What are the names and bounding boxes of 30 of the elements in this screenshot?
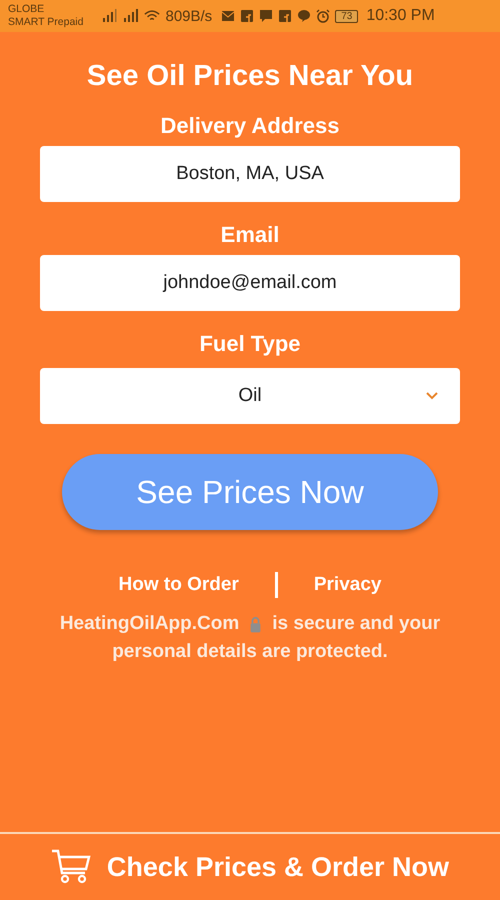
see-prices-button[interactable]: See Prices Now: [62, 454, 438, 530]
signal-icon: [102, 9, 118, 23]
carrier-name: SMART Prepaid: [8, 16, 84, 29]
page-title: See Oil Prices Near You: [86, 60, 414, 93]
footer-link[interactable]: How to Order: [118, 574, 239, 596]
dropdown[interactable]: Oil: [40, 368, 460, 424]
field-label: Fuel Type: [199, 331, 301, 357]
lock-icon: [249, 616, 262, 632]
input-field[interactable]: johndoe@email.com: [40, 255, 460, 311]
clock: 10:30 PM: [366, 7, 435, 25]
battery-level: 73: [335, 10, 358, 22]
field-label: Delivery Address: [160, 113, 340, 139]
chevron-down-icon: [426, 392, 438, 400]
signal-icon: [123, 9, 140, 23]
site-name: HeatingOilApp.Com: [60, 612, 240, 636]
message-icon: [259, 9, 274, 23]
field-label: Email: [220, 222, 280, 248]
facebook-icon: [278, 9, 292, 23]
mail-icon: [221, 9, 236, 23]
security-note: is secure and your: [272, 612, 440, 636]
facebook-icon: [240, 9, 254, 23]
security-note: personal details are protected.: [112, 640, 388, 664]
input-field[interactable]: Boston, MA, USA: [40, 146, 460, 202]
footer-link[interactable]: Privacy: [314, 574, 382, 596]
wifi-icon: [144, 9, 160, 23]
carrier-name: GLOBE: [8, 3, 46, 16]
alarm-icon: [316, 9, 330, 23]
cart-icon: [50, 849, 91, 885]
chat-icon: [297, 9, 312, 23]
network-speed: 809B/s: [165, 8, 212, 24]
